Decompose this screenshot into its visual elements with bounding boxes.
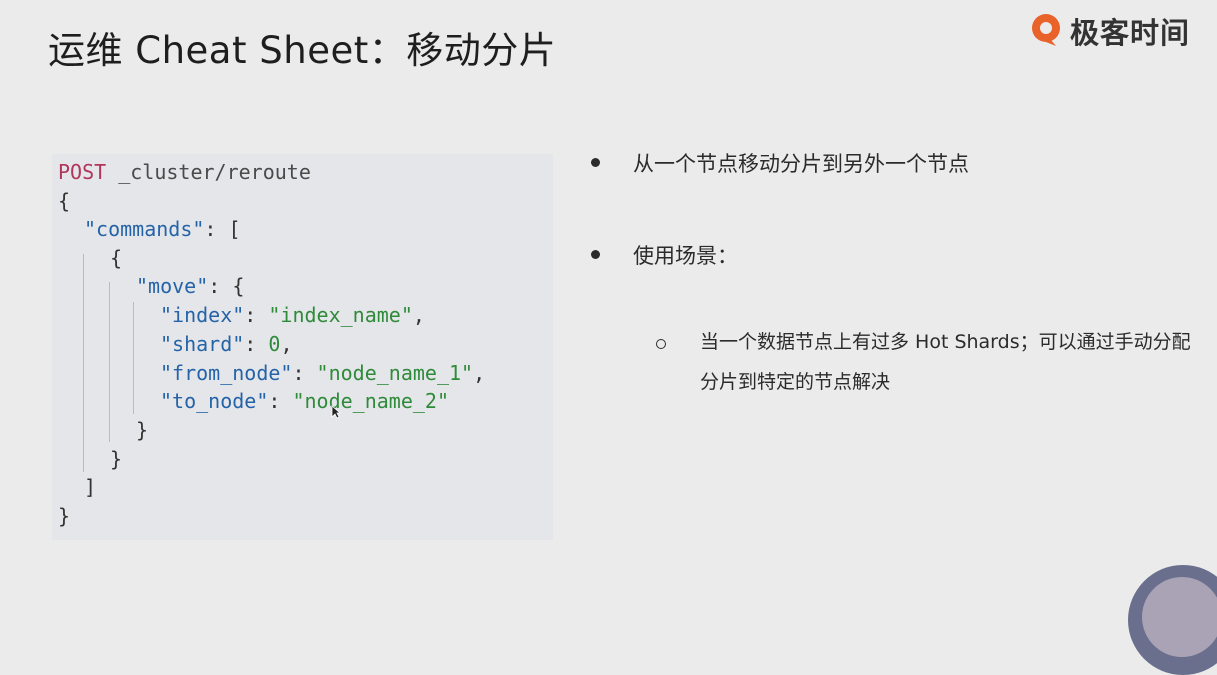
code-line: "to_node": "node_name_2" <box>160 389 450 413</box>
brand-logo-block: 极客时间 <box>1030 10 1190 52</box>
brand-name: 极客时间 <box>1070 16 1191 50</box>
bracket: ] <box>84 475 97 499</box>
bullet-text: 使用场景： <box>633 244 738 268</box>
code-line: "index": "index_name", <box>160 303 425 327</box>
code-line: "shard": 0, <box>160 332 293 356</box>
code-line-request: POST _cluster/reroute <box>58 160 311 184</box>
request-path: _cluster/reroute <box>118 160 311 184</box>
indent-guide <box>109 282 110 442</box>
bullet-dot-icon <box>591 250 600 259</box>
indent-guide <box>83 254 84 472</box>
indent-guide <box>133 302 134 414</box>
code-block-top-border <box>142 154 542 158</box>
code-block: POST _cluster/reroute { "commands": [ { … <box>52 154 553 540</box>
hollow-bullet-icon <box>656 339 666 349</box>
brand-logo-icon <box>1032 14 1060 46</box>
brace: } <box>58 504 71 528</box>
sub-bullet-text: 当一个数据节点上有过多 Hot Shards；可以通过手动分配分片到特定的节点解… <box>700 331 1191 393</box>
brace: { <box>58 189 71 213</box>
brace: } <box>136 418 149 442</box>
json-number: 0 <box>268 332 281 356</box>
code-line: } <box>58 504 70 528</box>
json-string: "node_name_1" <box>316 361 474 385</box>
json-key: "commands" <box>84 217 205 241</box>
brace: { <box>110 246 123 270</box>
punct: : { <box>208 274 245 298</box>
brace: } <box>110 447 123 471</box>
bullet-dot-icon <box>591 158 600 167</box>
code-line: "move": { <box>136 274 244 298</box>
json-string: "node_name_2" <box>292 389 450 413</box>
code-line: "commands": [ <box>84 217 241 241</box>
code-line: { <box>110 246 122 270</box>
json-key: "index" <box>160 303 245 327</box>
code-line: } <box>110 447 122 471</box>
json-string: "index_name" <box>268 303 413 327</box>
json-key: "move" <box>136 274 209 298</box>
json-key: "from_node" <box>160 361 293 385</box>
code-line: "from_node": "node_name_1", <box>160 361 486 385</box>
http-method: POST <box>58 160 107 184</box>
mouse-pointer-icon <box>331 405 341 419</box>
code-line: ] <box>84 475 96 499</box>
slide-title: 运维 Cheat Sheet：移动分片 <box>48 29 557 72</box>
json-key: "shard" <box>160 332 245 356</box>
punct: : [ <box>204 217 241 241</box>
avatar-face <box>1142 577 1217 657</box>
code-line: { <box>58 189 70 213</box>
presenter-avatar <box>1128 565 1217 675</box>
json-key: "to_node" <box>160 389 269 413</box>
bullet-text: 从一个节点移动分片到另外一个节点 <box>633 152 969 176</box>
code-line: } <box>136 418 148 442</box>
